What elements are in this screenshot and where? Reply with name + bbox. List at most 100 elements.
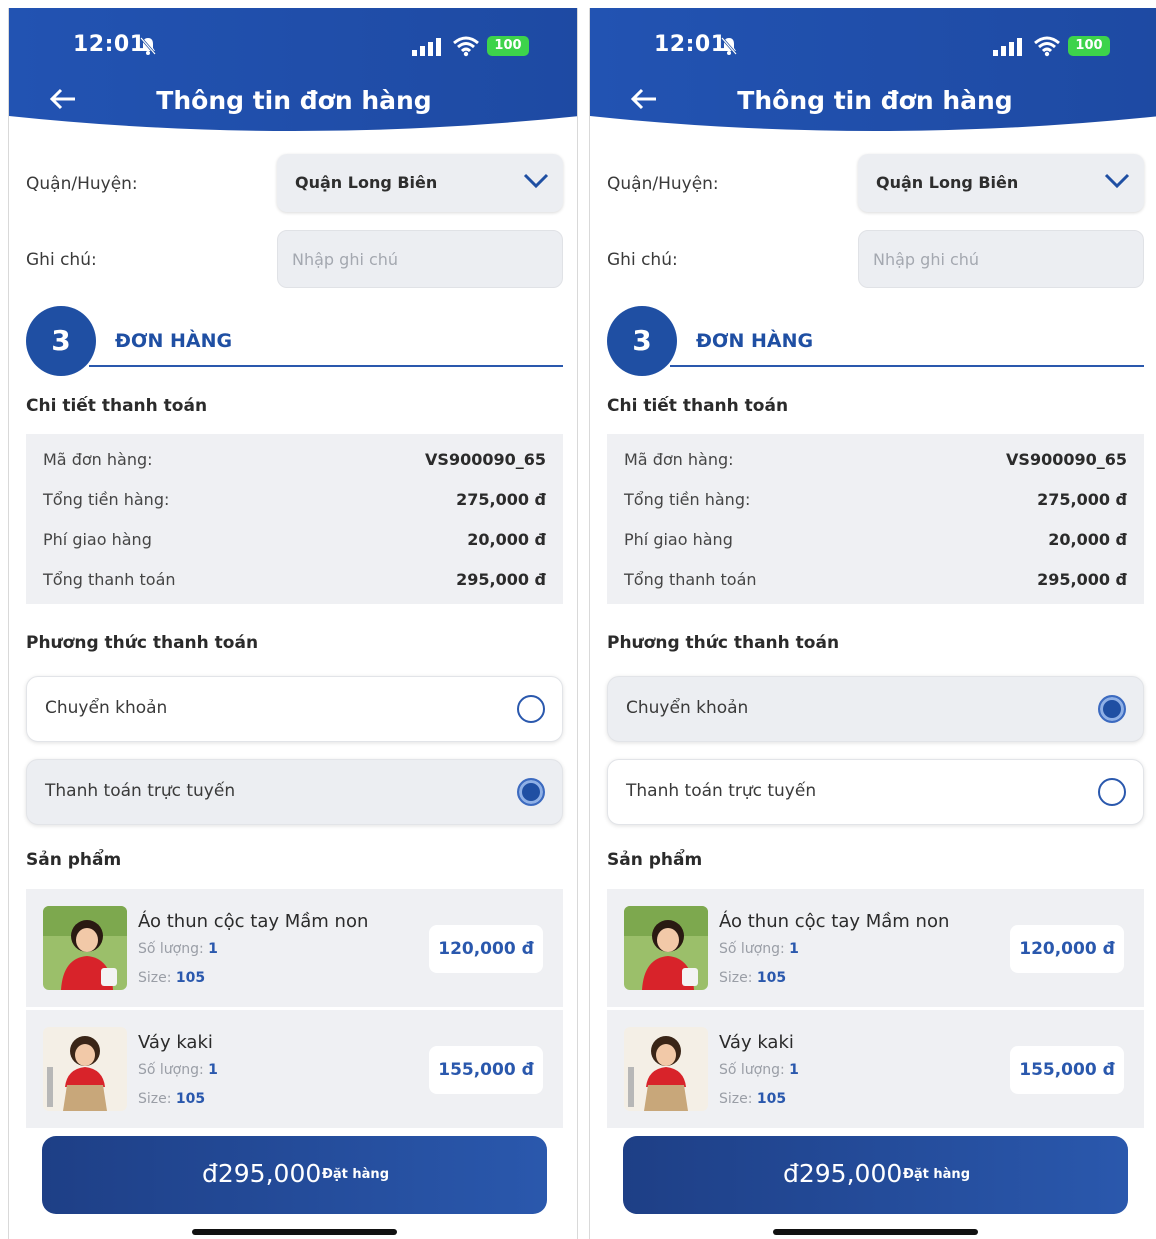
subtotal-label: Tổng tiền hàng: (624, 490, 751, 509)
wifi-icon (1034, 36, 1060, 57)
subtotal-row: Tổng tiền hàng: 275,000 đ (624, 490, 1127, 514)
step-title: ĐƠN HÀNG (115, 330, 233, 352)
place-order-label: Đặt hàng (322, 1167, 389, 1182)
district-select[interactable]: Quận Long Biên (858, 154, 1144, 212)
product-price: 155,000 đ (1010, 1046, 1124, 1094)
step-number-badge: 3 (26, 306, 96, 376)
product-item: Áo thun cộc tay Mầm non Số lượng: 1 Size… (607, 889, 1144, 1007)
district-label: Quận/Huyện: (607, 174, 719, 194)
product-image-dress (624, 1027, 708, 1111)
size-label: Size: (138, 970, 172, 986)
radio-icon[interactable] (517, 695, 545, 723)
chevron-down-icon (523, 173, 549, 189)
product-name: Áo thun cộc tay Mầm non (719, 911, 950, 932)
payment-method-title: Phương thức thanh toán (607, 633, 840, 653)
signal-icon (993, 38, 1022, 56)
battery-icon: 100 (1068, 36, 1110, 56)
product-quantity: Số lượng: 1 (138, 941, 218, 957)
bell-muted-icon (140, 37, 156, 55)
option-bank-transfer[interactable]: Chuyển khoản (607, 676, 1144, 742)
option-online-payment[interactable]: Thanh toán trực tuyến (607, 759, 1144, 825)
place-order-button[interactable]: đ295,000 Đặt hàng (623, 1136, 1128, 1214)
radio-icon[interactable] (517, 778, 545, 806)
subtotal-value: 275,000 đ (1037, 490, 1127, 509)
app-header: 12:01 100 Thông tin đơn hàng (590, 8, 1156, 138)
step-number-badge: 3 (607, 306, 677, 376)
district-select[interactable]: Quận Long Biên (277, 154, 563, 212)
size-value: 105 (175, 1091, 206, 1107)
order-code-value: VS900090_65 (425, 450, 546, 469)
note-label: Ghi chú: (26, 250, 97, 270)
product-name: Váy kaki (138, 1032, 213, 1053)
bell-muted-icon (721, 37, 737, 55)
page-title: Thông tin đơn hàng (737, 86, 1013, 115)
chevron-down-icon (1104, 173, 1130, 189)
radio-icon[interactable] (1098, 778, 1126, 806)
status-time: 12:01 (654, 32, 727, 57)
total-value: 295,000 đ (456, 570, 546, 589)
payment-details-box: Mã đơn hàng: VS900090_65 Tổng tiền hàng: 2… (26, 434, 563, 604)
product-item: Váy kaki Số lượng: 1 Size: 105 155,000 đ (607, 1010, 1144, 1128)
district-label: Quận/Huyện: (26, 174, 138, 194)
product-image-dress (43, 1027, 127, 1111)
wifi-icon (453, 36, 479, 57)
product-image-tshirt (624, 906, 708, 990)
size-value: 105 (756, 970, 787, 986)
total-value: 295,000 đ (1037, 570, 1127, 589)
option-online-payment-label: Thanh toán trực tuyến (626, 781, 817, 801)
shipping-fee-row: Phí giao hàng 20,000 đ (43, 530, 546, 554)
size-value: 105 (175, 970, 206, 986)
home-indicator (773, 1229, 978, 1235)
product-name: Áo thun cộc tay Mầm non (138, 911, 369, 932)
total-row: Tổng thanh toán 295,000 đ (624, 570, 1127, 594)
order-total-amount: đ295,000 (202, 1159, 322, 1188)
product-size: Size: 105 (138, 970, 205, 986)
product-size: Size: 105 (719, 1091, 786, 1107)
phone-screen-bank-transfer: 12:01 100 Thông tin đơn hàng Quận/Huyện:… (589, 8, 1156, 1239)
order-code-label: Mã đơn hàng: (43, 450, 153, 469)
payment-details-box: Mã đơn hàng: VS900090_65 Tổng tiền hàng: 2… (607, 434, 1144, 604)
subtotal-row: Tổng tiền hàng: 275,000 đ (43, 490, 546, 514)
shipping-fee-row: Phí giao hàng 20,000 đ (624, 530, 1127, 554)
payment-details-title: Chi tiết thanh toán (607, 396, 789, 416)
product-quantity: Số lượng: 1 (719, 1062, 799, 1078)
app-header: 12:01 100 Thông tin đơn hàng (9, 8, 577, 138)
product-image-tshirt (43, 906, 127, 990)
header-background (590, 8, 1156, 131)
order-code-row: Mã đơn hàng: VS900090_65 (43, 450, 546, 474)
note-input[interactable] (858, 230, 1144, 288)
place-order-label: Đặt hàng (903, 1167, 970, 1182)
payment-method-title: Phương thức thanh toán (26, 633, 259, 653)
size-value: 105 (756, 1091, 787, 1107)
option-online-payment[interactable]: Thanh toán trực tuyến (26, 759, 563, 825)
status-time: 12:01 (73, 32, 146, 57)
phone-screen-online-payment: 12:01 100 Thông tin đơn hàng Quận/Huyện:… (8, 8, 578, 1239)
step-title: ĐƠN HÀNG (696, 330, 814, 352)
product-size: Size: 105 (719, 970, 786, 986)
shipping-fee-label: Phí giao hàng (43, 530, 152, 549)
page-title: Thông tin đơn hàng (156, 86, 432, 115)
shipping-fee-value: 20,000 đ (1048, 530, 1127, 549)
option-bank-transfer[interactable]: Chuyển khoản (26, 676, 563, 742)
battery-icon: 100 (487, 36, 529, 56)
district-value: Quận Long Biên (876, 173, 1019, 192)
size-label: Size: (719, 970, 753, 986)
product-item: Váy kaki Số lượng: 1 Size: 105 155,000 đ (26, 1010, 563, 1128)
size-label: Size: (138, 1091, 172, 1107)
radio-icon[interactable] (1098, 695, 1126, 723)
product-price: 155,000 đ (429, 1046, 543, 1094)
quantity-value: 1 (789, 1062, 799, 1078)
total-label: Tổng thanh toán (43, 570, 176, 589)
header-background (9, 8, 577, 131)
order-code-label: Mã đơn hàng: (624, 450, 734, 469)
order-code-value: VS900090_65 (1006, 450, 1127, 469)
subtotal-value: 275,000 đ (456, 490, 546, 509)
place-order-button[interactable]: đ295,000 Đặt hàng (42, 1136, 547, 1214)
note-input[interactable] (277, 230, 563, 288)
quantity-value: 1 (208, 1062, 218, 1078)
total-label: Tổng thanh toán (624, 570, 757, 589)
subtotal-label: Tổng tiền hàng: (43, 490, 170, 509)
total-row: Tổng thanh toán 295,000 đ (43, 570, 546, 594)
status-bar: 12:01 100 (9, 32, 577, 62)
quantity-label: Số lượng: (719, 941, 785, 957)
